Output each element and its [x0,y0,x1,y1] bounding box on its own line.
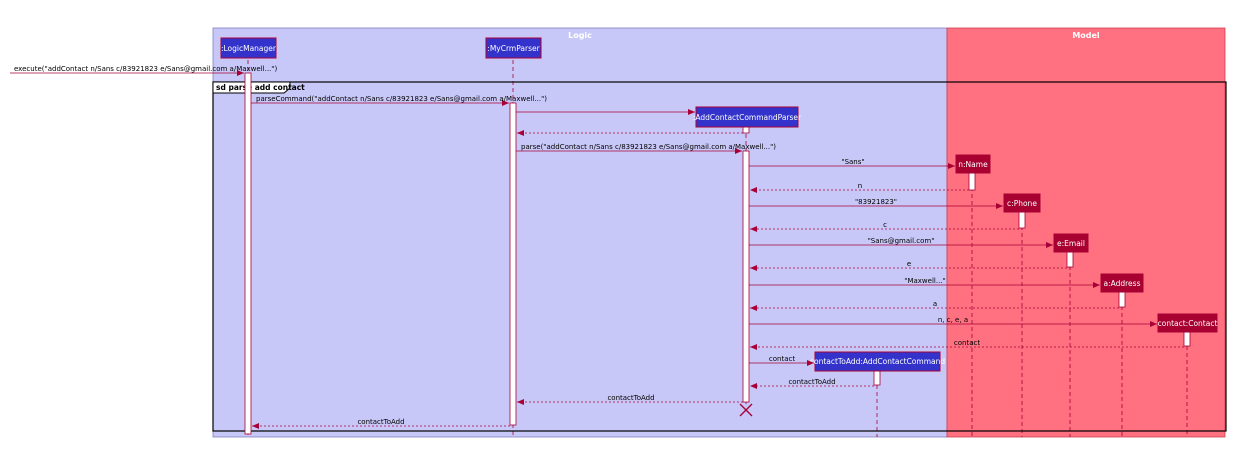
activation-add-parser-2 [742,150,750,403]
sd-frame-label: sd parse add contact [216,83,305,92]
label-email-ret: e [907,260,911,268]
label-address-arg: "Maxwell..." [904,277,946,285]
label-name-ret: n [858,182,862,190]
participant-add-parser-label: :AddContactCommandParser [693,113,802,122]
participant-name-label: n:Name [958,160,988,169]
label-phone-arg: "83921823" [855,198,897,206]
participant-phone-label: c:Phone [1007,199,1037,208]
activation-logic-manager [244,72,252,435]
activation-address [1118,291,1126,308]
label-contact-ret: contact [954,339,980,347]
label-phone-ret: c [883,221,887,229]
model-box [946,27,1226,438]
activation-name [968,172,976,191]
sequence-diagram: Logic Model :LogicManager :MyCrmParser s… [10,27,1227,438]
activation-parser [509,102,517,426]
activation-email [1066,251,1074,268]
label-parse-ret: contactToAdd [607,394,654,402]
label-email-arg: "Sans@gmail.com" [868,237,935,245]
participant-address-label: a:Address [1104,279,1141,288]
logic-box-title: Logic [568,31,592,40]
activation-contact [1183,331,1191,347]
label-execute: execute("addContact n/Sans c/83921823 e/… [14,65,277,73]
activation-add-parser-1 [742,126,750,134]
label-parse-command: parseCommand("addContact n/Sans c/839218… [256,95,547,103]
label-command-ret: contactToAdd [788,378,835,386]
label-address-ret: a [933,300,937,308]
label-name-arg: "Sans" [841,158,864,166]
activation-phone [1018,211,1026,229]
participant-parser-label: :MyCrmParser [487,44,540,53]
label-parse: parse("addContact n/Sans c/83921823 e/Sa… [521,143,776,151]
participant-email-label: e:Email [1057,239,1085,248]
participant-logic-manager-label: :LogicManager [221,44,277,53]
label-command-arg: contact [769,355,795,363]
model-box-title: Model [1072,31,1100,40]
activation-command [873,370,881,386]
label-final-ret: contactToAdd [357,418,404,426]
participant-command-label: contactToAdd:AddContactCommand [810,357,945,366]
label-contact-args: n, c, e, a [938,316,968,324]
participant-contact-label: contact:Contact [1158,319,1218,328]
logic-box [212,27,948,438]
